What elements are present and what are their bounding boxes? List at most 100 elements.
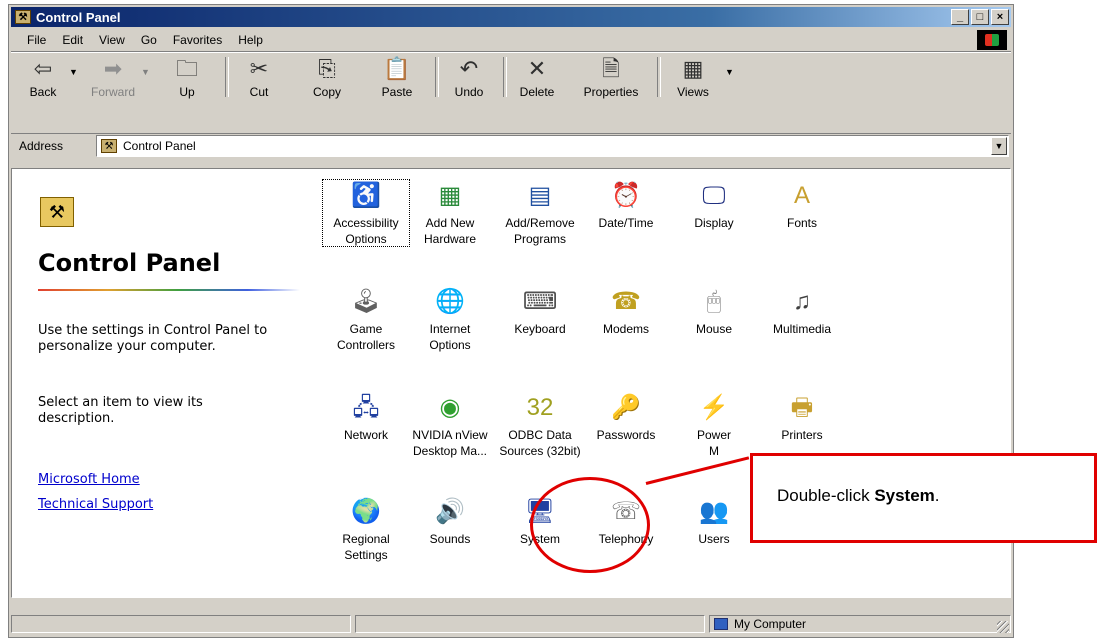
applet-network[interactable]: 🖧 Network: [322, 391, 410, 443]
applet-label: Modems: [602, 322, 649, 336]
applet-label-line2: Options: [345, 232, 387, 246]
back-dropdown-icon[interactable]: ▼: [69, 67, 78, 77]
toolbar-separator: [503, 57, 507, 97]
window-title: Control Panel: [36, 9, 121, 25]
applet-sounds[interactable]: 🔊 Sounds: [406, 495, 494, 547]
forward-dropdown-icon[interactable]: ▼: [141, 67, 150, 77]
applet-internet[interactable]: 🌐 Internet Options: [406, 285, 494, 353]
divider: [38, 289, 300, 291]
toolbar: ⇦ Back ▼ ➡ Forward ▼ 🗀 Up ✂ Cut ⎘ Copy 📋…: [11, 52, 1011, 134]
applet-add-remove[interactable]: ▤ Add/Remove Programs: [496, 179, 584, 247]
control-panel-icon: ⚒: [101, 139, 117, 153]
address-dropdown-icon[interactable]: ▼: [991, 137, 1007, 155]
highlight-circle: [530, 477, 650, 573]
applet-keyboard[interactable]: ⌨ Keyboard: [496, 285, 584, 337]
sounds-icon: 🔊: [435, 498, 465, 525]
applet-add-new[interactable]: ▦ Add New Hardware: [406, 179, 494, 247]
toolbar-separator: [657, 57, 661, 97]
up-folder-icon: 🗀: [175, 56, 198, 81]
copy-icon: ⎘: [318, 56, 336, 81]
printers-icon: 🖶: [790, 394, 814, 421]
applet-users[interactable]: 👥 Users: [670, 495, 758, 547]
maximize-button[interactable]: □: [971, 9, 989, 25]
applet-regional[interactable]: 🌍 Regional Settings: [322, 495, 410, 563]
address-bar: Address ⚒ Control Panel ▼: [11, 134, 1011, 158]
applet-modems[interactable]: ☎ Modems: [582, 285, 670, 337]
menu-help[interactable]: Help: [230, 33, 271, 47]
applet-label-line2: Controllers: [336, 338, 396, 352]
applet-nvidia-nview[interactable]: ◉ NVIDIA nView Desktop Ma...: [406, 391, 494, 459]
applet-passwords[interactable]: 🔑 Passwords: [582, 391, 670, 443]
applet-label: Date/Time: [598, 216, 654, 230]
applet-fonts[interactable]: A Fonts: [758, 179, 846, 231]
status-pane-middle: [355, 615, 705, 633]
copy-button[interactable]: ⎘ Copy: [301, 55, 353, 99]
delete-x-icon: ✕: [527, 56, 547, 81]
views-dropdown-icon[interactable]: ▼: [725, 67, 734, 77]
undo-icon: ↶: [459, 56, 479, 81]
fonts-icon: A: [793, 182, 810, 209]
zone-label: My Computer: [734, 617, 807, 631]
instruction-text: Double-click System.: [777, 486, 940, 505]
status-pane-zone: My Computer: [709, 615, 1011, 633]
applet-label: Add New: [425, 216, 475, 230]
forward-button[interactable]: ➡ Forward: [87, 55, 139, 99]
applet-label: Game: [349, 322, 383, 336]
users-icon: 👥: [699, 498, 729, 525]
undo-button[interactable]: ↶ Undo: [443, 55, 495, 99]
applet-printers[interactable]: 🖶 Printers: [758, 391, 846, 443]
address-value: Control Panel: [123, 139, 196, 153]
views-button[interactable]: ▦ Views: [667, 55, 719, 99]
applet-mouse[interactable]: 🖱 Mouse: [670, 285, 758, 337]
applet-display[interactable]: 🖵 Display: [670, 179, 758, 231]
menu-file[interactable]: File: [19, 33, 54, 47]
control-panel-icon: ⚒: [15, 10, 31, 24]
applet-accessibility[interactable]: ♿ Accessibility Options: [322, 179, 410, 247]
nvidia-nview-icon: ◉: [439, 394, 461, 421]
applet-label-line2: Hardware: [423, 232, 477, 246]
applet-label: Accessibility: [333, 216, 399, 230]
back-button[interactable]: ⇦ Back: [17, 55, 69, 99]
applet-label: Multimedia: [772, 322, 832, 336]
panel-description: Use the settings in Control Panel to per…: [38, 323, 268, 354]
add-remove-icon: ▤: [528, 182, 552, 209]
up-button[interactable]: 🗀 Up: [161, 55, 213, 99]
applet-power[interactable]: ⚡ Power M: [670, 391, 758, 459]
applet-game[interactable]: 🕹 Game Controllers: [322, 285, 410, 353]
paste-button[interactable]: 📋 Paste: [371, 55, 423, 99]
my-computer-icon: [714, 618, 728, 630]
properties-button[interactable]: 🗎 Properties: [571, 55, 651, 99]
keyboard-icon: ⌨: [522, 288, 558, 315]
applet-odbc-data[interactable]: 32 ODBC Data Sources (32bit): [496, 391, 584, 459]
instruction-callout: Double-click System.: [750, 453, 1097, 543]
menu-favorites[interactable]: Favorites: [165, 33, 230, 47]
applet-label: Keyboard: [514, 322, 566, 336]
applet-label: Fonts: [786, 216, 817, 230]
applet-label: Sounds: [429, 532, 471, 546]
odbc-data-icon: 32: [526, 394, 554, 421]
applet-date-time[interactable]: ⏰ Date/Time: [582, 179, 670, 231]
modems-icon: ☎: [611, 288, 641, 315]
control-panel-folder-icon: ⚒: [40, 197, 74, 227]
panel-hint: Select an item to view its description.: [38, 395, 203, 426]
microsoft-home-link[interactable]: Microsoft Home: [38, 472, 140, 487]
delete-button[interactable]: ✕ Delete: [511, 55, 563, 99]
mouse-icon: 🖱: [706, 288, 722, 315]
cut-button[interactable]: ✂ Cut: [233, 55, 285, 99]
menu-go[interactable]: Go: [133, 33, 165, 47]
applet-label: Users: [698, 532, 730, 546]
applet-multimedia[interactable]: ♫ Multimedia: [758, 285, 846, 337]
close-button[interactable]: ×: [991, 9, 1009, 25]
info-panel: ⚒ Control Panel Use the settings in Cont…: [12, 169, 312, 597]
menu-edit[interactable]: Edit: [54, 33, 91, 47]
resize-grip[interactable]: [997, 621, 1009, 633]
title-bar[interactable]: ⚒ Control Panel _ □ ×: [11, 7, 1011, 27]
menu-view[interactable]: View: [91, 33, 133, 47]
minimize-button[interactable]: _: [951, 9, 969, 25]
applet-label: Regional: [342, 532, 390, 546]
address-input[interactable]: ⚒ Control Panel ▼: [96, 135, 1009, 157]
internet-icon: 🌐: [435, 288, 465, 315]
scissors-icon: ✂: [249, 56, 269, 81]
technical-support-link[interactable]: Technical Support: [38, 497, 153, 512]
applet-label: Printers: [781, 428, 823, 442]
